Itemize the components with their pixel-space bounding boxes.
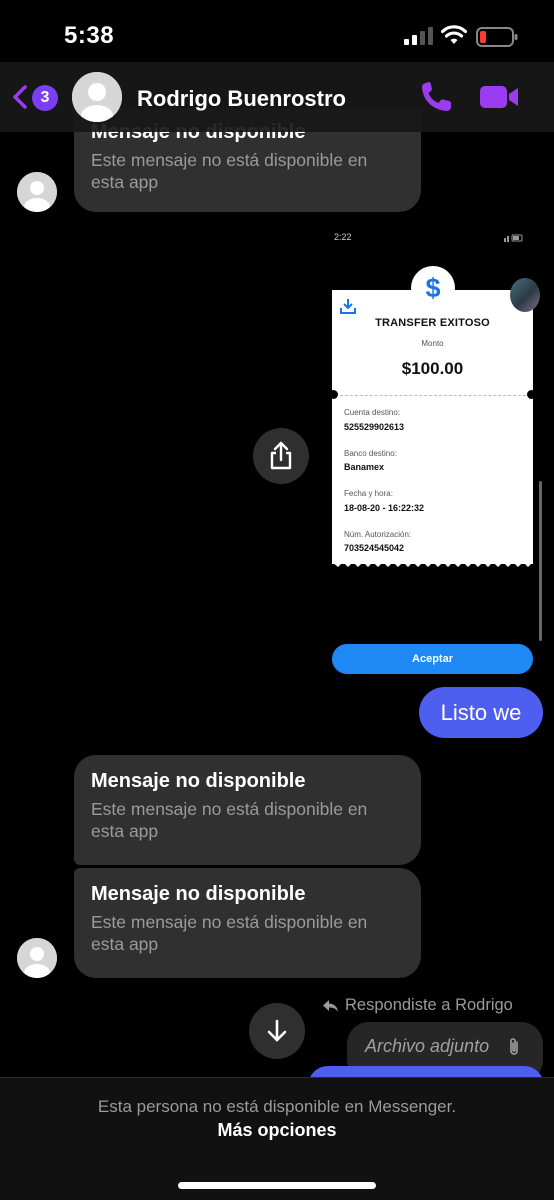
screenshot-scrollbar (539, 481, 542, 641)
default-avatar-icon (17, 172, 57, 212)
avatar[interactable] (72, 72, 122, 122)
default-avatar-icon (17, 938, 57, 978)
chat-header: 3 Rodrigo Buenrostro (0, 62, 554, 132)
screenshot-time: 2:22 (334, 232, 352, 242)
bubble-text: Este mensaje no está disponible en esta … (91, 799, 368, 841)
image-message[interactable]: 2:22 $ TRANSFER EXITOSO Monto $100.00 Cu… (322, 226, 544, 682)
chevron-left-icon (13, 85, 27, 109)
receipt-field-label: Fecha y hora: (344, 489, 393, 498)
receipt-field-value: 18-08-20 - 16:22:32 (344, 503, 425, 513)
outgoing-message[interactable]: Listo we (419, 687, 543, 738)
signal-icon (404, 27, 433, 45)
battery-icon (476, 27, 518, 47)
reply-context: Respondiste a Rodrigo (322, 996, 513, 1015)
bubble-title: Mensaje no disponible (91, 770, 306, 792)
avatar[interactable] (17, 938, 57, 978)
back-button[interactable]: 3 (10, 80, 62, 114)
more-options-link[interactable]: Más opciones (0, 1120, 554, 1141)
receipt-field-label: Banco destino: (344, 449, 397, 458)
receipt-zigzag-edge (332, 560, 533, 567)
arrow-down-icon (267, 1019, 287, 1042)
message-unavailable-bubble[interactable]: Mensaje no disponible Este mensaje no es… (74, 868, 421, 978)
screenshot-avatar (510, 278, 540, 312)
bubble-text: Este mensaje no está disponible en esta … (91, 150, 368, 192)
receipt-field-value: Banamex (344, 462, 385, 472)
avatar[interactable] (17, 172, 57, 212)
download-icon (340, 299, 356, 314)
message-unavailable-bubble[interactable]: Mensaje no disponible Este mensaje no es… (74, 755, 421, 865)
footer: Esta persona no está disponible en Messe… (0, 1077, 554, 1200)
scroll-down-button[interactable] (249, 1003, 305, 1059)
video-camera-icon[interactable] (478, 82, 520, 112)
contact-name[interactable]: Rodrigo Buenrostro (137, 86, 346, 112)
share-icon (270, 441, 292, 470)
receipt-amount: $100.00 (401, 359, 464, 378)
bubble-text: Este mensaje no está disponible en esta … (91, 912, 368, 954)
accept-button: Aceptar (332, 644, 533, 674)
receipt-field-value: 525529902613 (344, 422, 405, 432)
attachment-label: Archivo adjunto (365, 1036, 490, 1056)
bubble-title: Mensaje no disponible (91, 883, 306, 905)
receipt-title: TRANSFER EXITOSO (375, 317, 490, 329)
receipt-divider (340, 395, 526, 396)
share-button[interactable] (253, 428, 309, 484)
phone-icon[interactable] (418, 80, 456, 114)
status-time: 5:38 (64, 22, 115, 49)
wifi-icon (441, 25, 467, 44)
unread-badge: 3 (32, 85, 58, 111)
paperclip-icon (510, 1038, 518, 1055)
screenshot-status-icons (504, 234, 523, 242)
receipt-field-value: 703524545042 (344, 543, 405, 553)
receipt-amount-label: Monto (421, 339, 444, 348)
reply-context-label: Respondiste a Rodrigo (345, 996, 513, 1014)
unavailable-notice: Esta persona no está disponible en Messe… (97, 1097, 457, 1116)
receipt-field-label: Núm. Autorización: (344, 530, 412, 539)
default-avatar-icon (72, 72, 122, 122)
home-indicator[interactable] (178, 1182, 376, 1189)
reply-icon (323, 999, 338, 1012)
receipt-field-label: Cuenta destino: (344, 408, 401, 417)
receipt-notch (329, 390, 338, 399)
dollar-icon: $ (411, 266, 455, 310)
receipt-notch (527, 390, 536, 399)
status-bar: 5:38 (0, 0, 554, 62)
